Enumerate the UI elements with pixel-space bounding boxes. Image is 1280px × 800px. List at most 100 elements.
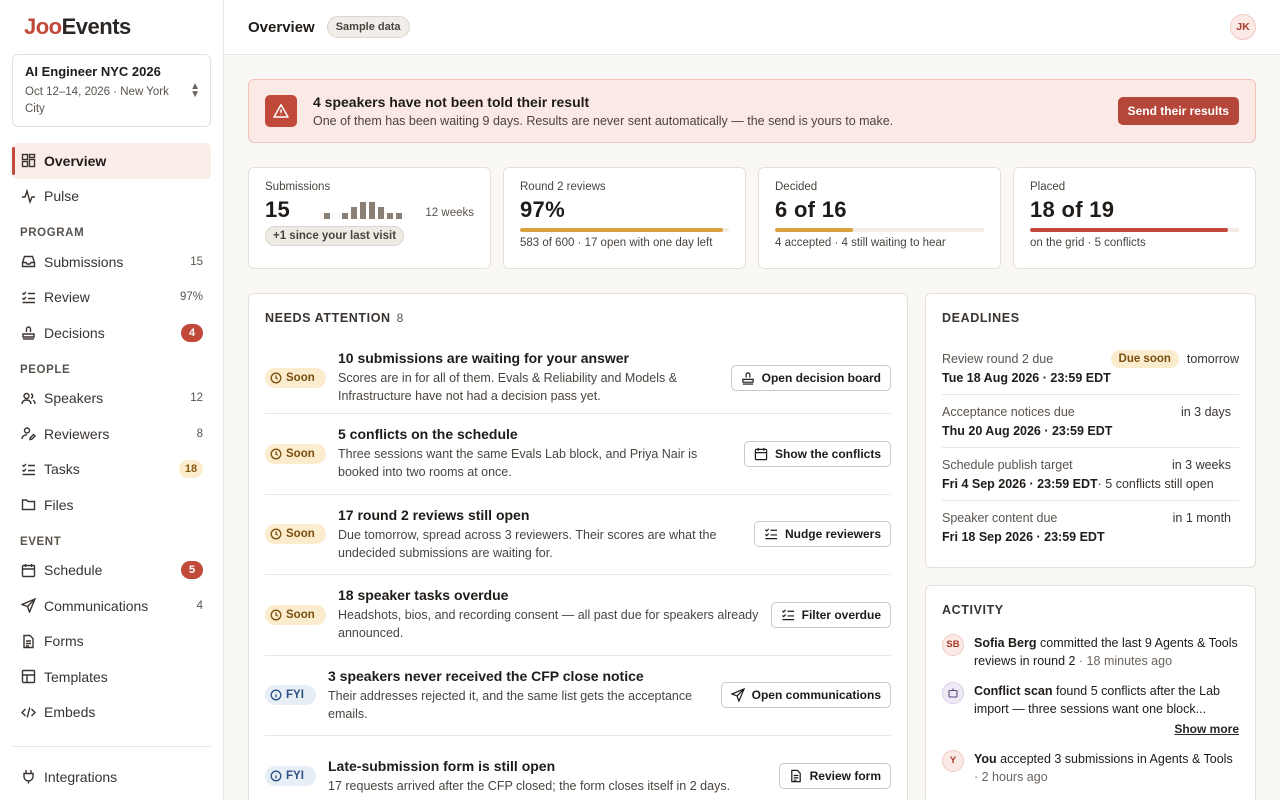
alert-body: One of them has been waiting 9 days. Res…	[313, 114, 894, 128]
warning-icon	[265, 95, 297, 127]
attention-item-title: 17 round 2 reviews still open	[338, 506, 530, 523]
nav-tasks[interactable]: Tasks 18	[12, 452, 211, 488]
calendar-icon	[20, 562, 36, 578]
activity-avatar: Y	[942, 750, 964, 772]
attention-item: Soon 17 round 2 reviews still open Due t…	[265, 495, 891, 575]
nav-pulse[interactable]: Pulse	[12, 179, 211, 215]
bot-avatar	[942, 682, 964, 704]
button-label: Nudge reviewers	[784, 527, 881, 542]
deadline-row[interactable]: Speaker content due in 1 month Fri 18 Se…	[942, 501, 1239, 554]
stat-decided[interactable]: Decided 6 of 16 4 accepted · 4 still wai…	[758, 167, 1001, 269]
nav-pulse-label: Pulse	[44, 188, 80, 205]
stat-submissions[interactable]: Submissions 15 12 weeks +1 since your la…	[248, 167, 491, 269]
users-icon	[20, 390, 36, 406]
activity-time: · 2 hours ago	[974, 770, 1048, 784]
nav-schedule[interactable]: Schedule 5	[12, 553, 211, 589]
show-conflicts-button[interactable]: Show the conflicts	[743, 440, 891, 467]
deadlines-list: Review round 2 due Due soon tomorrow Tue…	[942, 342, 1239, 554]
attention-item-title: 3 speakers never received the CFP close …	[328, 667, 644, 684]
activity-actor: Sofia Berg	[974, 636, 1037, 650]
stat-round2[interactable]: Round 2 reviews 97% 583 of 600 · 17 open…	[503, 167, 746, 269]
nav-decisions-label: Decisions	[44, 324, 105, 341]
activity-item: Y You accepted 3 submissions in Agents &…	[942, 750, 1239, 786]
grid-icon	[20, 153, 36, 169]
sparkline-bar	[378, 206, 385, 219]
attention-item-desc: Their addresses rejected it, and the sam…	[328, 688, 693, 721]
deadline-extra: · 5 conflicts still open	[1097, 477, 1214, 491]
nav-reviewers[interactable]: Reviewers 8	[12, 416, 211, 452]
activity-avatar: SB	[942, 634, 964, 656]
attention-item-desc: Scores are in for all of them. Evals & R…	[338, 371, 678, 403]
nav-submissions[interactable]: Submissions 15	[12, 244, 211, 280]
deadline-relative: in 1 month	[1172, 511, 1231, 525]
attention-item-desc: 17 requests arrived after the CFP closed…	[328, 778, 731, 793]
document-icon	[20, 633, 36, 649]
activity-time: · 18 minutes ago	[1075, 654, 1173, 668]
sparkline-bar	[387, 213, 394, 219]
inbox-icon	[20, 254, 36, 270]
nav-templates[interactable]: Templates	[12, 659, 211, 695]
stat-round2-sub: 583 of 600 · 17 open with one day left	[520, 237, 713, 249]
deadline-row[interactable]: Schedule publish target in 3 weeks Fri 4…	[942, 448, 1239, 501]
section-event: EVENT	[20, 535, 62, 548]
filter-overdue-button[interactable]: Filter overdue	[770, 601, 891, 628]
code-icon	[20, 704, 36, 720]
nav-speakers[interactable]: Speakers 12	[12, 381, 211, 417]
needs-attention-title: NEEDS ATTENTION	[265, 311, 391, 325]
stat-submissions-label: Submissions	[265, 181, 331, 193]
event-name: AI Engineer NYC 2026	[25, 64, 161, 79]
send-results-button[interactable]: Send their results	[1117, 97, 1239, 125]
nav-integrations[interactable]: Integrations	[12, 759, 211, 795]
deadline-row[interactable]: Review round 2 due Due soon tomorrow Tue…	[942, 342, 1239, 395]
sidebar: Joo Events AI Engineer NYC 2026 Oct 12–14…	[0, 0, 224, 800]
nav-review-count: 97%	[179, 291, 203, 304]
deadline-date: Thu 20 Aug 2026 · 23:59 EDT	[942, 424, 1113, 438]
event-switcher[interactable]: AI Engineer NYC 2026 Oct 12–14, 2026 · N…	[12, 54, 211, 127]
layout-icon	[20, 669, 36, 685]
nav-speakers-count: 12	[190, 392, 203, 405]
nav-reviewers-count: 8	[196, 427, 203, 440]
nav-tasks-label: Tasks	[44, 461, 80, 478]
deadline-name: Schedule publish target	[942, 458, 1073, 472]
open-decision-board-button[interactable]: Open decision board	[730, 364, 891, 391]
chevron-updown-icon: ▲ ▼	[190, 81, 200, 100]
nav-decisions[interactable]: Decisions 4	[12, 315, 211, 351]
activity-actor: You	[974, 752, 997, 766]
attention-item: Soon 10 submissions are waiting for your…	[265, 342, 891, 414]
section-people: PEOPLE	[20, 363, 71, 376]
attention-item-desc: Headshots, bios, and recording consent —…	[338, 608, 759, 641]
user-avatar[interactable]: JK	[1230, 14, 1256, 40]
nav-speakers-label: Speakers	[44, 390, 104, 407]
deadline-row[interactable]: Acceptance notices due in 3 days Thu 20 …	[942, 395, 1239, 448]
logo[interactable]: Joo Events	[12, 0, 211, 54]
activity-title: ACTIVITY	[942, 603, 1004, 617]
nav-review[interactable]: Review 97%	[12, 280, 211, 316]
robot-icon	[948, 688, 958, 698]
sparkline-bar	[324, 213, 331, 219]
submissions-sparkline	[306, 201, 411, 219]
deadlines-panel: DEADLINES Review round 2 due Due soon to…	[925, 293, 1256, 568]
stat-placed[interactable]: Placed 18 of 19 on the grid · 5 conflict…	[1013, 167, 1256, 269]
logo-part-2: Events	[61, 14, 132, 39]
open-communications-button[interactable]: Open communications	[720, 682, 891, 709]
activity-text: You accepted 3 submissions in Agents & T…	[974, 750, 1239, 786]
tag-label: FYI	[286, 770, 304, 783]
nav-files[interactable]: Files	[12, 487, 211, 523]
content: 4 speakers have not been told their resu…	[224, 55, 1280, 800]
sparkline-range-label: 12 weeks	[425, 207, 474, 219]
page-title: Overview	[248, 18, 315, 36]
nudge-reviewers-button[interactable]: Nudge reviewers	[753, 521, 891, 548]
attention-item: FYI Late-submission form is still open 1…	[265, 736, 891, 800]
nav-communications[interactable]: Communications 4	[12, 588, 211, 624]
show-more-link[interactable]: Show more	[942, 722, 1239, 736]
send-icon	[730, 688, 745, 703]
event-meta: Oct 12–14, 2026 · New York City	[25, 86, 169, 115]
activity-text: Conflict scan found 5 conflicts after th…	[974, 682, 1239, 718]
nav-overview[interactable]: Overview	[12, 143, 211, 179]
info-icon	[270, 770, 282, 782]
decided-progress-bar	[775, 228, 984, 232]
nav-embeds[interactable]: Embeds	[12, 695, 211, 731]
deadline-name: Review round 2 due	[942, 352, 1054, 366]
review-form-button[interactable]: Review form	[778, 763, 891, 790]
nav-forms[interactable]: Forms	[12, 624, 211, 660]
